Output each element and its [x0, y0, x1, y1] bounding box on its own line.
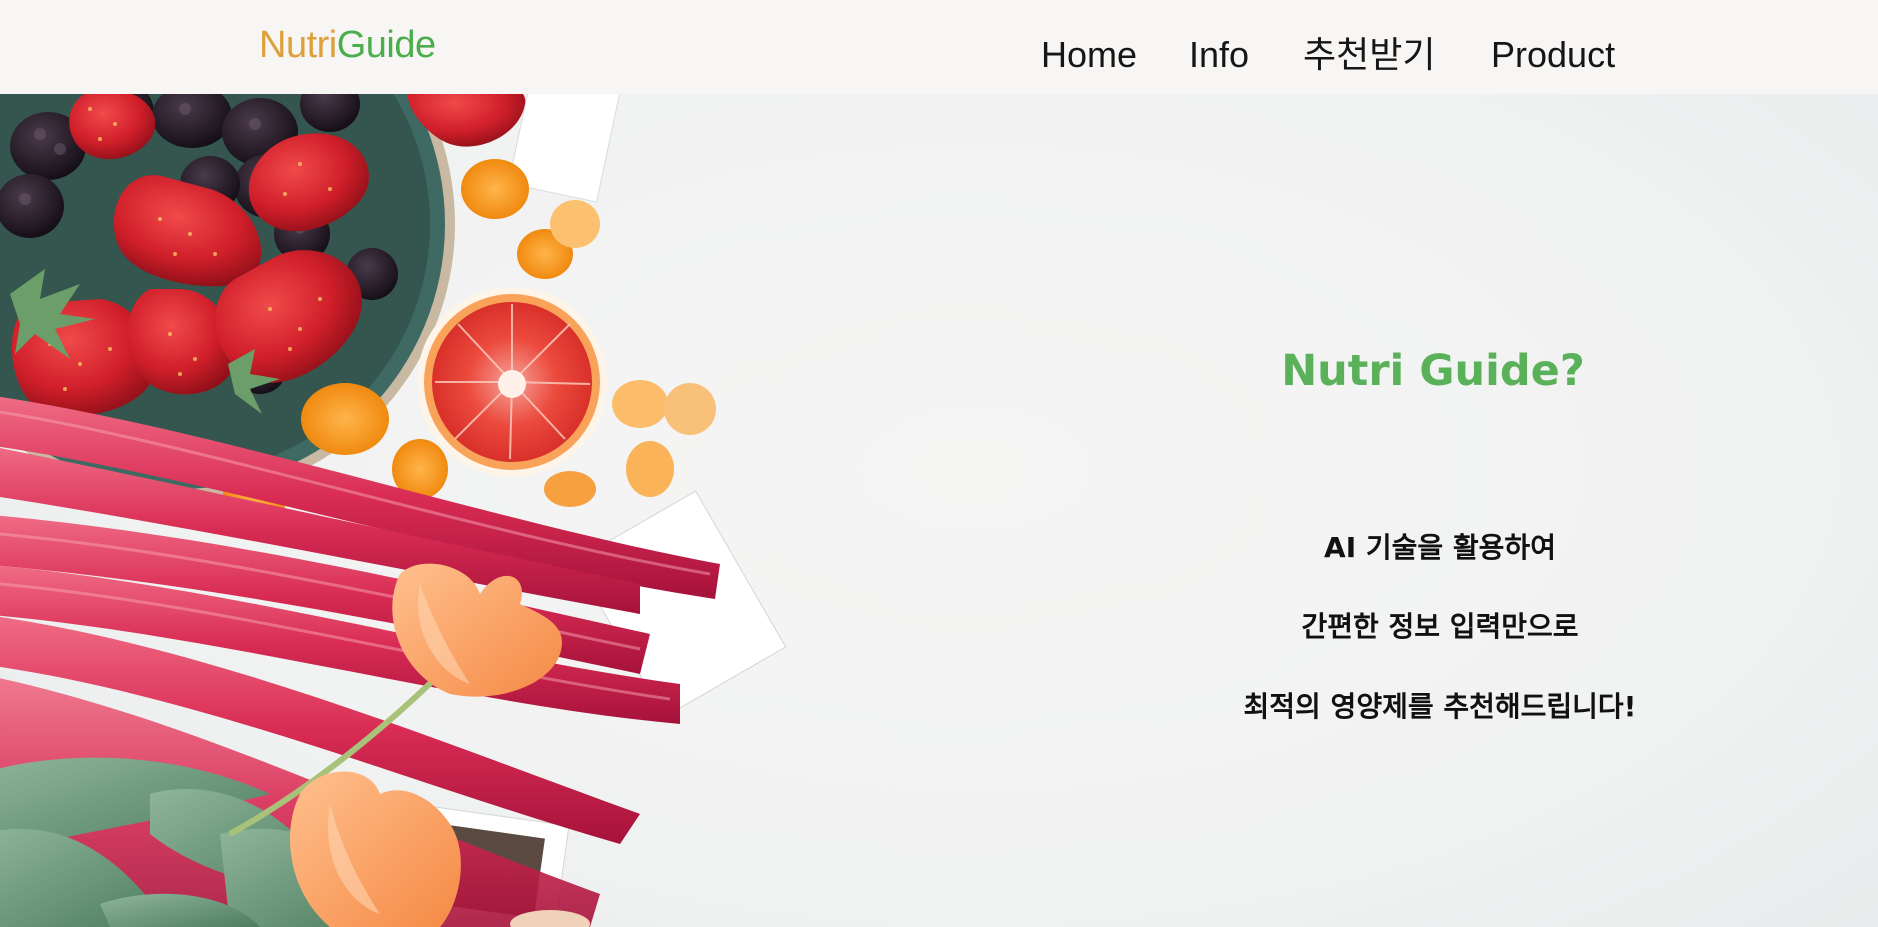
- top-navbar: NutriGuide Home Info 추천받기 Product: [0, 0, 1878, 94]
- nav-info[interactable]: Info: [1189, 32, 1249, 78]
- hero-description-line-1: AI 기술을 활용하여: [1324, 531, 1556, 564]
- logo-text-nutri: Nutri: [259, 24, 337, 66]
- hero-fruit-image: [0, 94, 787, 927]
- logo-text-guide: Guide: [336, 24, 436, 66]
- hero-description-line-3: 최적의 영양제를 추천해드립니다!: [1243, 690, 1637, 723]
- nav-product[interactable]: Product: [1491, 32, 1615, 78]
- hero-section: Nutri Guide? AI 기술을 활용하여 간편한 정보 입력만으로 최적…: [0, 94, 1878, 927]
- nav-recommend[interactable]: 추천받기: [1303, 32, 1435, 78]
- hero-title: Nutri Guide?: [1281, 346, 1585, 396]
- hero-description-line-2: 간편한 정보 입력만으로: [1301, 610, 1579, 643]
- nav-home[interactable]: Home: [1041, 32, 1137, 78]
- site-logo[interactable]: NutriGuide: [259, 22, 436, 68]
